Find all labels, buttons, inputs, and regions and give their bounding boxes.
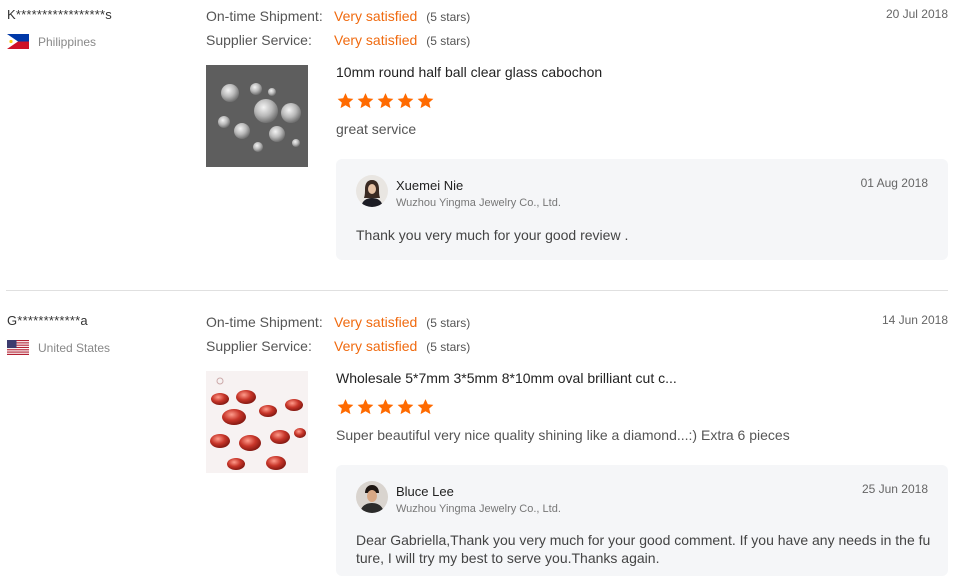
star-icon bbox=[377, 399, 394, 415]
star-icon bbox=[337, 93, 354, 109]
rating-value: Very satisfied bbox=[334, 338, 418, 354]
avatar bbox=[356, 175, 388, 207]
reply-date: 25 Jun 2018 bbox=[861, 482, 928, 496]
review-card: K*****************s Philippines On-time … bbox=[0, 0, 955, 290]
rating-stars-text: (5 stars) bbox=[426, 340, 471, 354]
reply-text: Dear Gabriella,Thank you very much for y… bbox=[356, 531, 931, 567]
star-icon bbox=[357, 93, 374, 109]
product-thumbnail[interactable] bbox=[206, 65, 308, 167]
review-comment: Super beautiful very nice quality shinin… bbox=[336, 427, 790, 443]
rating-supplier-service: Supplier Service: Very satisfied (5 star… bbox=[206, 32, 470, 48]
rating-supplier-service: Supplier Service: Very satisfied (5 star… bbox=[206, 338, 470, 354]
buyer-country: United States bbox=[7, 340, 110, 355]
philippines-flag-icon bbox=[7, 34, 29, 49]
star-icon bbox=[377, 93, 394, 109]
supplier-reply: Xuemei Nie Wuzhou Yingma Jewelry Co., Lt… bbox=[336, 159, 948, 260]
product-thumbnail[interactable] bbox=[206, 371, 308, 473]
replier-name: Xuemei Nie bbox=[396, 178, 464, 193]
star-icon bbox=[417, 93, 434, 109]
review-star-rating bbox=[336, 398, 435, 416]
united-states-flag-icon bbox=[7, 340, 29, 355]
review-divider bbox=[6, 290, 948, 291]
review-star-rating bbox=[336, 92, 435, 110]
rating-ontime-shipment: On-time Shipment: Very satisfied (5 star… bbox=[206, 314, 470, 330]
rating-ontime-shipment: On-time Shipment: Very satisfied (5 star… bbox=[206, 8, 470, 24]
star-icon bbox=[397, 93, 414, 109]
rating-stars-text: (5 stars) bbox=[426, 10, 471, 24]
star-icon bbox=[397, 399, 414, 415]
rating-value: Very satisfied bbox=[334, 314, 418, 330]
replier-company: Wuzhou Yingma Jewelry Co., Ltd. bbox=[396, 503, 561, 515]
avatar bbox=[356, 481, 388, 513]
rating-label: On-time Shipment: bbox=[206, 314, 323, 330]
rating-value: Very satisfied bbox=[334, 32, 418, 48]
reply-text-line: ture, I will try my best to serve you.Th… bbox=[356, 550, 660, 566]
star-icon bbox=[417, 399, 434, 415]
reply-text-line: Dear Gabriella,Thank you very much for y… bbox=[356, 532, 931, 548]
rating-value: Very satisfied bbox=[334, 8, 418, 24]
replier-company: Wuzhou Yingma Jewelry Co., Ltd. bbox=[396, 197, 561, 209]
review-date: 20 Jul 2018 bbox=[885, 7, 948, 21]
country-label: United States bbox=[38, 340, 111, 355]
review-comment: great service bbox=[336, 121, 417, 137]
review-card: G************a United States On-time Shi… bbox=[0, 306, 955, 576]
buyer-name: G************a bbox=[7, 313, 88, 328]
star-icon bbox=[357, 399, 374, 415]
rating-label: On-time Shipment: bbox=[206, 8, 323, 24]
reply-text: Thank you very much for your good review… bbox=[356, 227, 629, 243]
reply-date: 01 Aug 2018 bbox=[860, 176, 928, 190]
replier-name: Bluce Lee bbox=[396, 484, 454, 499]
rating-stars-text: (5 stars) bbox=[426, 316, 471, 330]
country-label: Philippines bbox=[38, 34, 97, 49]
buyer-country: Philippines bbox=[7, 34, 96, 49]
rating-label: Supplier Service: bbox=[206, 338, 312, 354]
star-icon bbox=[337, 399, 354, 415]
review-date: 14 Jun 2018 bbox=[881, 313, 948, 327]
rating-stars-text: (5 stars) bbox=[426, 34, 471, 48]
supplier-reply: Bluce Lee Wuzhou Yingma Jewelry Co., Ltd… bbox=[336, 465, 948, 576]
rating-label: Supplier Service: bbox=[206, 32, 312, 48]
product-title-link[interactable]: Wholesale 5*7mm 3*5mm 8*10mm oval brilli… bbox=[336, 370, 677, 386]
buyer-name: K*****************s bbox=[7, 7, 112, 22]
product-title-link[interactable]: 10mm round half ball clear glass cabocho… bbox=[336, 64, 602, 80]
